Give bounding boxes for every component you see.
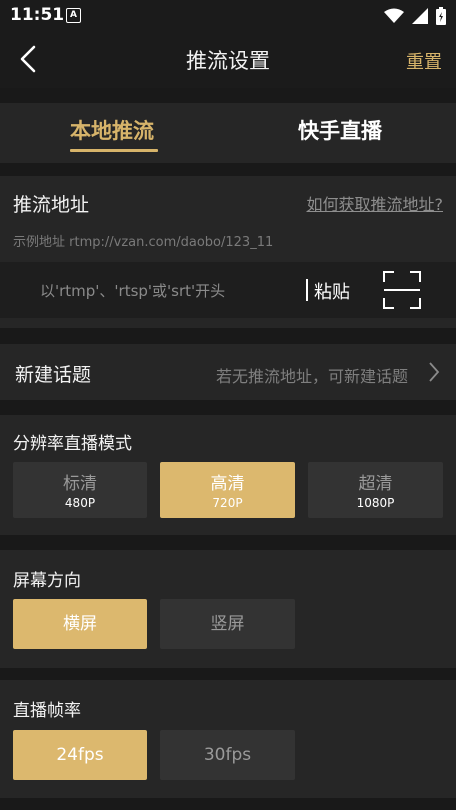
battery-icon — [436, 7, 446, 25]
reset-button[interactable]: 重置 — [406, 48, 442, 74]
resolution-option-hd[interactable]: 高清 720P — [160, 462, 295, 518]
framerate-option-label: 30fps — [203, 745, 252, 765]
resolution-option-sub: 480P — [64, 496, 96, 510]
orientation-option-landscape[interactable]: 横屏 — [13, 599, 147, 649]
new-topic-row[interactable]: 新建话题 若无推流地址，可新建话题 — [0, 344, 456, 400]
push-address-input-row: 粘贴 — [0, 262, 456, 318]
framerate-option-30fps[interactable]: 30fps — [160, 730, 295, 780]
orientation-option-portrait[interactable]: 竖屏 — [160, 599, 295, 649]
push-address-title: 推流地址 — [13, 194, 90, 216]
wifi-icon — [384, 8, 404, 23]
orientation-section: 屏幕方向 横屏 竖屏 — [0, 550, 456, 668]
scan-icon[interactable] — [382, 270, 422, 310]
active-tab-indicator — [70, 149, 158, 152]
push-address-section: 推流地址 如何获取推流地址? 示例地址 rtmp://vzan.com/daob… — [0, 176, 456, 328]
text-cursor — [306, 279, 308, 301]
status-bar: 11:51 A — [0, 0, 456, 32]
resolution-option-label: 高清 — [210, 474, 245, 494]
orientation-title: 屏幕方向 — [13, 571, 81, 591]
framerate-option-label: 24fps — [56, 745, 104, 765]
resolution-option-sub: 1080P — [356, 496, 395, 510]
resolution-option-label: 超清 — [358, 474, 393, 494]
framerate-title: 直播帧率 — [13, 701, 81, 721]
new-topic-title: 新建话题 — [15, 364, 92, 386]
resolution-title: 分辨率直播模式 — [13, 434, 132, 454]
resolution-option-sub: 720P — [212, 496, 243, 510]
tab-kuaishou-live[interactable]: 快手直播 — [298, 115, 382, 145]
resolution-section: 分辨率直播模式 标清 480P 高清 720P 超清 1080P — [0, 415, 456, 535]
notification-a-icon: A — [66, 8, 81, 23]
framerate-option-24fps[interactable]: 24fps — [13, 730, 147, 780]
nav-bar: 推流设置 重置 — [0, 32, 456, 88]
resolution-option-label: 标清 — [63, 474, 97, 494]
resolution-option-sd[interactable]: 标清 480P — [13, 462, 147, 518]
paste-button[interactable]: 粘贴 — [314, 278, 350, 304]
status-time: 11:51 — [10, 5, 65, 25]
push-address-help-link[interactable]: 如何获取推流地址? — [307, 191, 444, 215]
tab-local-push[interactable]: 本地推流 — [70, 115, 154, 145]
push-address-example: 示例地址 rtmp://vzan.com/daobo/123_11 — [13, 235, 274, 250]
status-icons — [384, 7, 446, 25]
new-topic-hint: 若无推流地址，可新建话题 — [215, 367, 408, 386]
orientation-option-label: 横屏 — [63, 614, 97, 634]
framerate-section: 直播帧率 24fps 30fps — [0, 680, 456, 798]
chevron-right-icon — [429, 362, 440, 382]
tab-bar: 本地推流 快手直播 — [0, 103, 456, 163]
push-address-input[interactable] — [38, 276, 302, 306]
page-title: 推流设置 — [186, 49, 270, 73]
resolution-option-fhd[interactable]: 超清 1080P — [308, 462, 443, 518]
signal-icon — [412, 8, 428, 24]
orientation-option-label: 竖屏 — [210, 614, 245, 634]
